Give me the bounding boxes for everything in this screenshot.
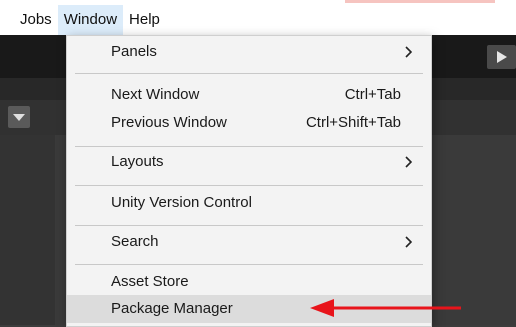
menu-item-panels[interactable]: Panels bbox=[67, 38, 431, 66]
menu-item-previous-window[interactable]: Previous Window Ctrl+Shift+Tab bbox=[67, 109, 431, 137]
menu-separator bbox=[75, 225, 423, 226]
menu-separator bbox=[75, 73, 423, 74]
menu-item-label: Panels bbox=[111, 43, 157, 60]
chevron-down-icon bbox=[13, 114, 25, 121]
panel-dropdown-button[interactable] bbox=[8, 106, 30, 128]
play-icon bbox=[497, 51, 507, 63]
menu-separator bbox=[75, 185, 423, 186]
menu-item-label: Asset Store bbox=[111, 273, 189, 290]
menu-item-asset-store[interactable]: Asset Store bbox=[67, 268, 431, 296]
menu-item-label: Next Window bbox=[111, 86, 200, 103]
menu-separator bbox=[75, 146, 423, 147]
chevron-right-icon bbox=[405, 236, 412, 248]
shortcut-label: Ctrl+Tab bbox=[344, 86, 401, 103]
menu-item-label: Package Manager bbox=[111, 300, 233, 317]
menu-item-search[interactable]: Search bbox=[67, 228, 431, 256]
play-button[interactable] bbox=[487, 45, 516, 69]
menu-item-label: Previous Window bbox=[111, 114, 227, 131]
tab-accent-line bbox=[345, 0, 495, 3]
shortcut-label: Ctrl+Shift+Tab bbox=[305, 114, 401, 131]
menu-item-label: Unity Version Control bbox=[111, 194, 252, 211]
red-arrow-icon bbox=[310, 299, 461, 317]
menu-item-label: Search bbox=[111, 233, 159, 250]
menu-bar: Jobs Window Help bbox=[0, 5, 516, 35]
chevron-right-icon bbox=[405, 46, 412, 58]
window-menu-dropdown: Panels Next Window Ctrl+Tab Previous Win… bbox=[66, 35, 432, 327]
menu-window[interactable]: Window bbox=[57, 5, 124, 35]
menu-separator bbox=[75, 264, 423, 265]
editor-side-panel bbox=[0, 135, 55, 325]
menu-help[interactable]: Help bbox=[123, 5, 166, 35]
menu-item-next-window[interactable]: Next Window Ctrl+Tab bbox=[67, 81, 431, 109]
menu-item-layouts[interactable]: Layouts bbox=[67, 148, 431, 176]
menu-item-unity-version-control[interactable]: Unity Version Control bbox=[67, 189, 431, 217]
menu-jobs[interactable]: Jobs bbox=[0, 5, 58, 35]
menu-item-label: Layouts bbox=[111, 153, 164, 170]
chevron-right-icon bbox=[405, 156, 412, 168]
